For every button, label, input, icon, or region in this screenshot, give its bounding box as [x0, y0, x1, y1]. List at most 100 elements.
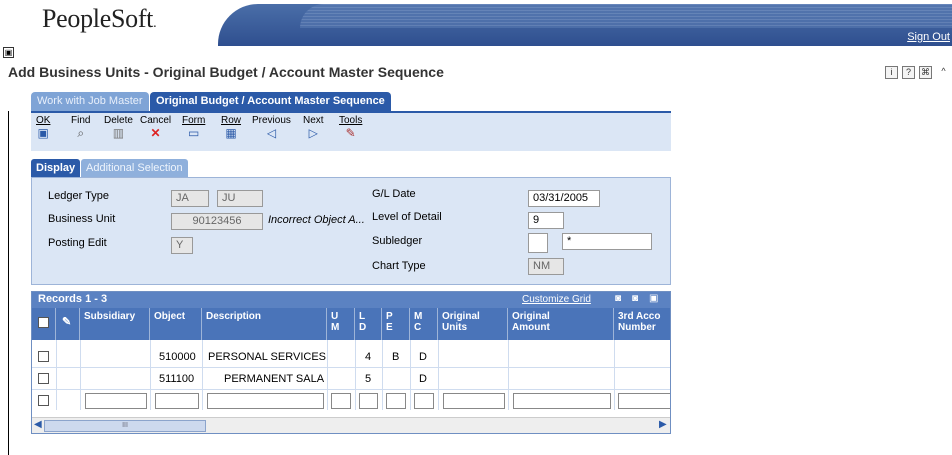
subledger-label: Subledger	[372, 235, 423, 247]
grid-maximize-icon[interactable]: ▣	[649, 293, 658, 304]
grid-title-bar: Records 1 - 3 Customize Grid ◙ ◙ ▣	[32, 292, 670, 308]
input-mc[interactable]	[414, 393, 434, 409]
ledger-type-field-2[interactable]: JU	[217, 190, 263, 207]
records-count: Records 1 - 3	[38, 293, 108, 305]
cell-description: PERSONAL SERVICES	[208, 351, 326, 363]
page-border	[8, 111, 9, 455]
select-all-checkbox[interactable]	[38, 317, 49, 328]
header-banner-stripes	[300, 4, 952, 28]
help-icon[interactable]: ?	[902, 66, 915, 79]
col-um[interactable]: U M	[327, 308, 355, 340]
previous-button[interactable]: Previous ◁	[252, 115, 291, 140]
business-unit-field[interactable]: 90123456	[171, 213, 263, 230]
grid-import-icon[interactable]: ◙	[632, 293, 638, 304]
next-button[interactable]: Next ▷	[303, 115, 324, 140]
col-object[interactable]: Object	[150, 308, 202, 340]
scroll-thumb[interactable]: III	[44, 420, 206, 432]
posting-edit-field[interactable]: Y	[171, 237, 193, 254]
col-description[interactable]: Description	[202, 308, 327, 340]
tab-original-budget[interactable]: Original Budget / Account Master Sequenc…	[150, 92, 391, 111]
cell-mc: D	[419, 373, 427, 385]
row-checkbox[interactable]	[38, 373, 49, 384]
cell-description: PERMANENT SALAF	[224, 373, 324, 385]
form-icon: ▭	[188, 126, 200, 140]
customize-grid-link[interactable]: Customize Grid	[522, 294, 591, 305]
ledger-type-field-1[interactable]: JA	[171, 190, 209, 207]
col-3rd-account-number[interactable]: 3rd Acco Number	[614, 308, 670, 340]
cancel-x-icon: ✕	[150, 126, 161, 140]
cell-ld: 5	[365, 373, 372, 385]
col-ld[interactable]: L D	[355, 308, 382, 340]
scroll-right-icon[interactable]: ▶	[659, 419, 667, 430]
gl-date-label: G/L Date	[372, 188, 416, 200]
collapse-icon[interactable]: ^	[937, 66, 950, 79]
input-object[interactable]	[155, 393, 199, 409]
subledger-field[interactable]: *	[562, 233, 652, 250]
peoplesoft-logo: PeopleSoft.	[42, 4, 157, 33]
input-original-amount[interactable]	[513, 393, 611, 409]
save-icon: ▣	[37, 126, 49, 140]
horizontal-scrollbar[interactable]: ◀ III ▶	[32, 417, 670, 433]
delete-button[interactable]: Delete ▥	[104, 115, 133, 140]
col-mc[interactable]: M C	[410, 308, 438, 340]
info-icon[interactable]: i	[885, 66, 898, 79]
table-row[interactable]: 510000 PERSONAL SERVICES 4 B D	[32, 346, 670, 368]
table-row-new[interactable]	[32, 390, 670, 412]
object-description-note: Incorrect Object A...	[268, 214, 365, 226]
tab-work-with-job-master[interactable]: Work with Job Master	[31, 92, 149, 111]
col-pe[interactable]: P E	[382, 308, 410, 340]
tab-additional-selection[interactable]: Additional Selection	[81, 159, 188, 177]
tab-display[interactable]: Display	[31, 159, 81, 177]
find-icon: ⌕	[77, 126, 85, 140]
gl-date-field[interactable]: 03/31/2005	[528, 190, 600, 207]
col-original-amount[interactable]: Original Amount	[508, 308, 614, 340]
ledger-type-label: Ledger Type	[48, 190, 109, 202]
input-ld[interactable]	[359, 393, 378, 409]
input-um[interactable]	[331, 393, 351, 409]
cell-object: 511100	[159, 373, 195, 385]
shortcut-icon[interactable]: ⌘	[919, 66, 932, 79]
form-menu[interactable]: Form ▭	[182, 115, 205, 140]
row-attachment-icon[interactable]: ✎	[56, 308, 80, 340]
cell-pe: B	[392, 351, 400, 363]
business-unit-label: Business Unit	[48, 213, 116, 225]
previous-arrow-icon: ◁	[266, 126, 277, 140]
records-grid: Records 1 - 3 Customize Grid ◙ ◙ ▣ ✎ Sub…	[31, 291, 671, 434]
posting-edit-label: Posting Edit	[48, 237, 107, 249]
next-arrow-icon: ▷	[308, 126, 318, 140]
level-of-detail-field[interactable]: 9	[528, 212, 564, 229]
grid-header: ✎ Subsidiary Object Description U M L D …	[32, 308, 670, 340]
subledger-type-field[interactable]	[528, 233, 548, 253]
chart-type-label: Chart Type	[372, 260, 426, 272]
row-checkbox[interactable]	[38, 351, 49, 362]
input-3rd-account[interactable]	[618, 393, 670, 409]
input-description[interactable]	[207, 393, 324, 409]
input-original-units[interactable]	[443, 393, 505, 409]
toolbar: OK ▣ Find ⌕ Delete ▥ Cancel ✕ Form ▭ Row ▦ Pre…	[31, 111, 671, 151]
scroll-left-icon[interactable]: ◀	[34, 419, 42, 430]
new-window-icon[interactable]: ▣	[3, 47, 14, 58]
cell-ld: 4	[365, 351, 372, 363]
input-pe[interactable]	[386, 393, 406, 409]
level-of-detail-label: Level of Detail	[372, 211, 442, 223]
row-checkbox[interactable]	[38, 395, 49, 406]
find-button[interactable]: Find ⌕	[71, 115, 90, 140]
table-row[interactable]: 511100 PERMANENT SALAF 5 D	[32, 368, 670, 390]
input-subsidiary[interactable]	[85, 393, 147, 409]
grid-export-icon[interactable]: ◙	[615, 293, 621, 304]
cancel-button[interactable]: Cancel ✕	[140, 115, 171, 140]
row-grid-icon: ▦	[225, 126, 237, 140]
col-original-units[interactable]: Original Units	[438, 308, 508, 340]
ok-button[interactable]: OK ▣	[36, 115, 50, 140]
page-title: Add Business Units - Original Budget / A…	[8, 64, 444, 80]
chart-type-field[interactable]: NM	[528, 258, 564, 275]
trash-icon: ▥	[112, 126, 125, 140]
cell-mc: D	[419, 351, 427, 363]
row-menu[interactable]: Row ▦	[221, 115, 241, 140]
cell-object: 510000	[159, 351, 196, 363]
sign-out-link[interactable]: Sign Out	[907, 31, 950, 43]
col-subsidiary[interactable]: Subsidiary	[80, 308, 150, 340]
tools-menu[interactable]: Tools ✎	[339, 115, 362, 140]
tools-icon: ✎	[345, 126, 356, 140]
display-panel: Ledger Type JA JU Business Unit 90123456…	[31, 177, 671, 285]
